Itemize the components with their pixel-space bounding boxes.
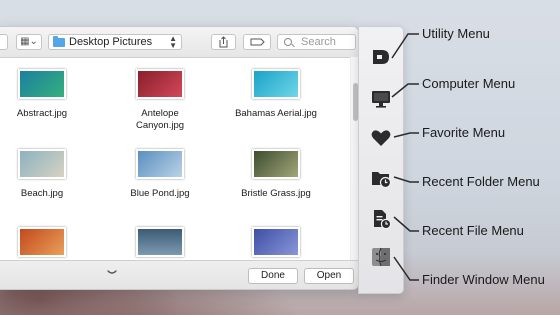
file-item[interactable]: Beach.jpg [0,149,97,200]
callout-computer-menu: Computer Menu [422,76,516,91]
file-item[interactable]: Bahamas Aerial.jpg [221,69,331,120]
chevron-down-icon[interactable] [106,266,118,278]
finder-window-menu-icon[interactable] [369,245,393,269]
thumbnail [18,149,66,179]
callout-recent-file-menu: Recent File Menu [422,223,524,238]
share-button[interactable] [211,34,236,50]
thumbnail [252,149,300,179]
share-icon [219,36,228,48]
file-name: Abstract.jpg [16,108,68,119]
file-item[interactable]: Bristle Grass.jpg [221,149,331,200]
file-item[interactable] [221,227,331,257]
folder-icon [53,36,65,47]
thumbnail [252,69,300,99]
callout-recent-folder-menu: Recent Folder Menu [422,174,540,189]
thumbnail [252,227,300,257]
thumbnail [18,69,66,99]
file-item[interactable] [105,227,215,257]
search-input[interactable]: Search [277,34,356,50]
open-button[interactable]: Open [304,268,354,284]
folder-name: Desktop Pictures [69,36,153,48]
file-item[interactable]: Blue Pond.jpg [105,149,215,200]
favorite-menu-icon[interactable] [369,126,393,150]
thumbnail [136,227,184,257]
callout-favorite-menu: Favorite Menu [422,125,506,140]
search-placeholder: Search [301,36,336,48]
file-item[interactable]: Antelope Canyon.jpg [105,69,215,132]
dialog-toolbar: ▦⌄ Desktop Pictures ▲ ▼ Search [0,27,358,58]
file-name: Bahamas Aerial.jpg [235,108,317,119]
file-grid: Abstract.jpg Antelope Canyon.jpg Bahamas… [0,58,348,280]
search-icon [284,38,292,46]
grid-view-icon: ▦⌄ [20,36,38,47]
thumbnail [136,69,184,99]
file-name: Bristle Grass.jpg [241,188,311,199]
recent-file-menu-icon[interactable] [369,207,393,231]
callout-utility-menu: Utility Menu [422,26,490,41]
folder-selector[interactable]: Desktop Pictures ▲ ▼ [48,34,182,50]
utility-menu-icon[interactable] [369,45,393,69]
recent-folder-menu-icon[interactable] [369,166,393,190]
callout-finder-window-menu: Finder Window Menu [422,272,545,287]
thumbnail [18,227,66,257]
tag-icon [250,38,265,46]
sidebar-toggle-button[interactable] [0,34,8,50]
done-button[interactable]: Done [248,268,298,284]
open-dialog: ▦⌄ Desktop Pictures ▲ ▼ Search Abstract.j… [0,26,359,290]
default-folder-palette [358,26,404,294]
tag-button[interactable] [243,34,271,50]
file-item[interactable] [0,227,97,257]
thumbnail [136,149,184,179]
computer-menu-icon[interactable] [369,87,393,111]
dialog-footer: Done Open [0,260,358,289]
file-name: Antelope Canyon.jpg [135,108,185,131]
view-mode-button[interactable]: ▦⌄ [16,34,42,50]
up-down-arrows-icon: ▲ ▼ [169,34,177,50]
file-name: Beach.jpg [20,188,64,199]
file-name: Blue Pond.jpg [130,188,190,199]
file-item[interactable]: Abstract.jpg [0,69,97,120]
